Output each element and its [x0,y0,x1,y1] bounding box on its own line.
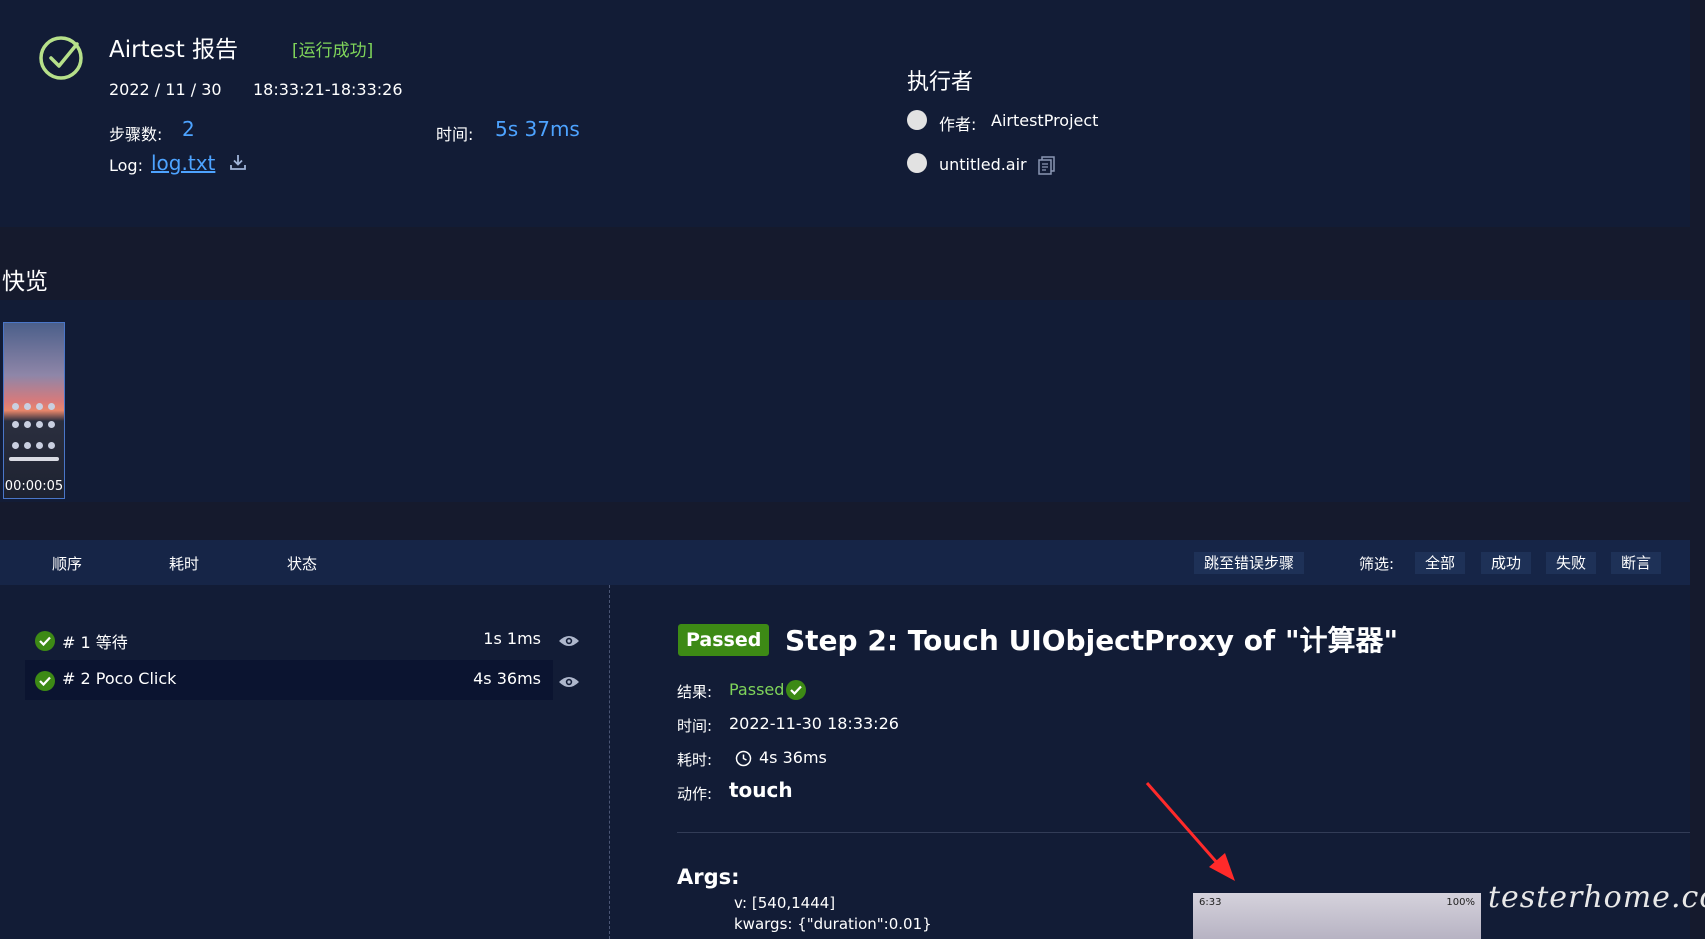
log-label: Log: [109,156,143,175]
author-avatar [907,110,927,130]
result-value: Passed [729,680,785,699]
script-name: untitled.air [939,155,1027,174]
eye-icon[interactable] [558,634,580,648]
thumb-app-icon [24,421,31,428]
overview-panel [0,300,1690,502]
thumb-app-icon [12,403,19,410]
jump-to-error-button[interactable]: 跳至错误步骤 [1194,552,1305,574]
step-detail-heading: Step 2: Touch UIObjectProxy of "计算器" [785,624,1399,657]
report-title: Airtest 报告 [109,37,239,63]
filter-assert-button[interactable]: 断言 [1611,552,1662,574]
step-duration: 1s 1ms [483,629,541,648]
report-date: 2022 / 11 / 30 [109,80,222,99]
log-file-link[interactable]: log.txt [151,151,215,175]
thumb-app-icon [48,403,55,410]
time-value: 2022-11-30 18:33:26 [729,714,899,733]
device-screenshot[interactable]: 6:33 100% [1193,893,1481,939]
clock-icon [735,750,752,767]
elapsed-label: 耗时: [677,751,713,769]
filter-all-button[interactable]: 全部 [1415,552,1466,574]
column-duration[interactable]: 耗时 [169,553,199,574]
action-value: touch [729,778,793,802]
step-row-2[interactable]: # 2 Poco Click 4s 36ms [25,660,553,700]
column-status[interactable]: 状态 [287,553,317,574]
watermark: testerhome.com [1488,880,1705,915]
thumb-app-icon [36,421,43,428]
result-passed-icon [786,680,806,700]
thumb-app-icon [48,442,55,449]
arg-line: v: [540,1444] [734,894,836,912]
steps-panel [0,540,1690,939]
duration-label: 时间: [436,125,474,144]
step-title: # 2 Poco Click [62,669,177,688]
step-title: # 1 等待 [62,633,128,652]
status-bar-time: 6:33 [1199,897,1222,908]
filter-fail-button[interactable]: 失败 [1546,552,1597,574]
action-label: 动作: [677,785,713,803]
status-bar-battery: 100% [1446,897,1475,908]
thumb-search-bar [9,457,59,461]
eye-icon[interactable] [558,675,580,689]
filter-label: 筛选: [1359,555,1395,573]
report-header [0,0,1690,227]
script-avatar [907,153,927,173]
step-duration: 4s 36ms [473,669,541,688]
overview-title: 快览 [2,269,48,295]
thumb-app-icon [48,421,55,428]
panel-divider [609,585,610,939]
thumbnail-timestamp: 00:00:05 [4,479,64,494]
arg-line: kwargs: {"duration":0.01} [734,915,932,933]
thumb-app-icon [36,442,43,449]
filter-success-button[interactable]: 成功 [1481,552,1532,574]
step-row-1[interactable]: # 1 等待 1s 1ms [25,620,553,660]
time-label: 时间: [677,717,713,735]
overview-thumbnail[interactable]: 00:00:05 [3,322,65,499]
steps-count-value: 2 [182,117,195,141]
thumb-app-icon [12,421,19,428]
report-time-range: 18:33:21-18:33:26 [253,80,403,99]
download-icon[interactable] [229,153,247,171]
author-label: 作者: [939,115,977,134]
thumb-app-icon [36,403,43,410]
run-status-badge: [运行成功] [292,41,374,61]
passed-badge: Passed [678,624,770,656]
copy-icon[interactable] [1037,155,1057,175]
success-check-circle-icon [39,36,83,80]
result-label: 结果: [677,683,713,701]
red-arrow-annotation [1145,782,1235,881]
thumb-app-icon [24,403,31,410]
thumb-app-icon [12,442,19,449]
author-name: AirtestProject [991,111,1099,130]
duration-value: 5s 37ms [495,117,580,141]
step-passed-icon [35,631,55,651]
executor-title: 执行者 [907,70,974,95]
step-passed-icon [35,671,55,691]
steps-count-label: 步骤数: [109,125,163,144]
thumb-app-icon [24,442,31,449]
args-title: Args: [677,865,740,889]
elapsed-value: 4s 36ms [759,748,827,767]
column-order[interactable]: 顺序 [52,553,82,574]
